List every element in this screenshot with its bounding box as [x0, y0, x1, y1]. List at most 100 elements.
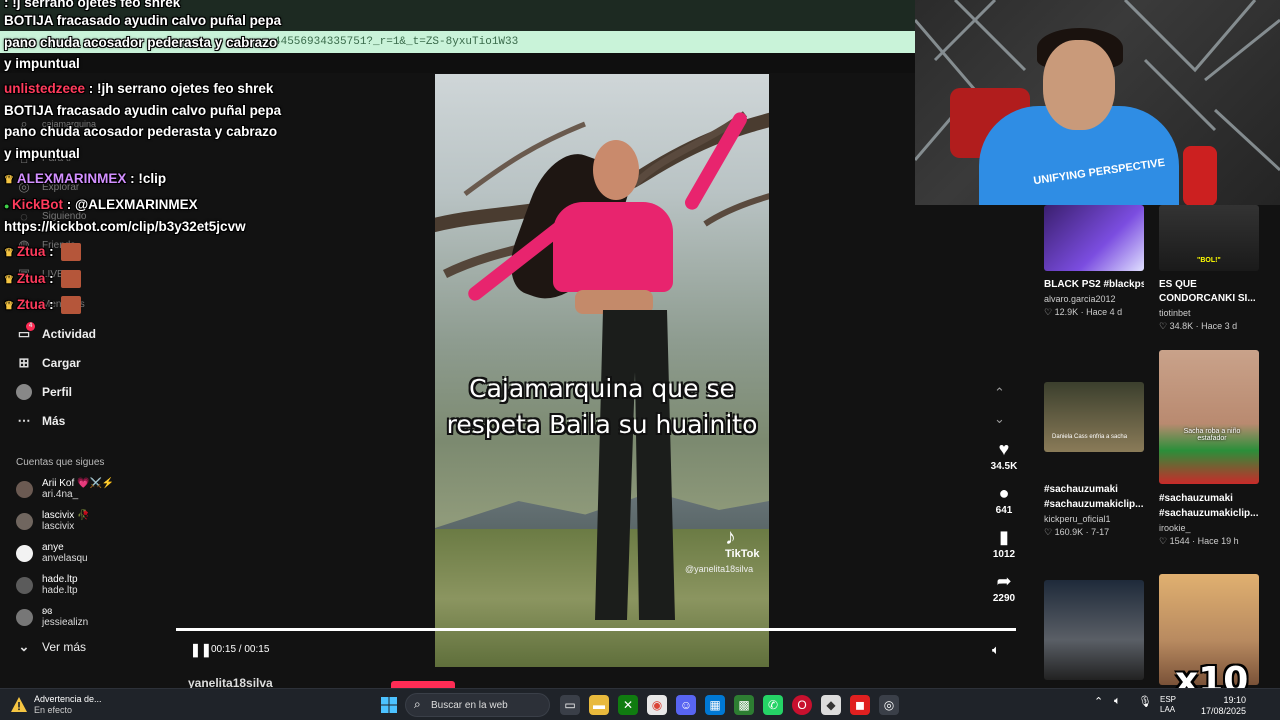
- chat-message: https://kickbot.com/clip/b3y32et5jcvw: [4, 216, 246, 238]
- sidebar-item-cargar[interactable]: ⊞ Cargar: [16, 352, 81, 374]
- opera-icon[interactable]: O: [792, 695, 812, 715]
- chat-text: : @ALEXMARINMEX: [62, 197, 198, 212]
- following-account[interactable]: lascivix 🥀 lascivix: [16, 506, 89, 536]
- chat-username: ALEXMARINMEX: [16, 171, 127, 186]
- windows-taskbar: Advertencia de... En efecto ⌕ Buscar en l…: [0, 688, 1280, 720]
- sidebar-item-label: Perfil: [42, 385, 73, 399]
- sidebar-item-actividad[interactable]: ▭ 4 Actividad: [16, 322, 96, 345]
- volume-icon[interactable]: 🔈︎: [992, 642, 1000, 658]
- share-action[interactable]: ➦ 2290: [984, 571, 1024, 604]
- chevron-down-icon[interactable]: ⌄: [994, 411, 1005, 427]
- sidebar-item-perfil[interactable]: Perfil: [16, 381, 72, 403]
- save-action[interactable]: ▮ 1012: [984, 527, 1024, 560]
- like-action[interactable]: ♥ 34.5K: [984, 439, 1024, 472]
- chat-message: ♛ Ztua :: [4, 294, 82, 317]
- sidebar-item-label: Cargar: [42, 356, 81, 370]
- search-text: Buscar en la web: [431, 700, 508, 711]
- video-card[interactable]: BLACK PS2 #blackps2 #ps2... alvaro.garci…: [1044, 205, 1144, 318]
- video-card[interactable]: Sacha roba a niño estafador #sachauzumak…: [1159, 350, 1259, 547]
- account-handle: jessiealizn: [42, 617, 89, 628]
- anydesk-icon[interactable]: ◼: [850, 695, 870, 715]
- chat-message: ♛ Ztua :: [4, 268, 82, 291]
- account-name: ʚɞ: [42, 606, 53, 617]
- dancer-top: [553, 202, 673, 292]
- chevron-down-icon: ⌄: [18, 639, 30, 654]
- see-more-label: Ver más: [42, 640, 87, 654]
- account-handle: hade.ltp: [42, 585, 78, 596]
- following-account[interactable]: ʚɞ jessiealizn: [16, 602, 88, 632]
- store-icon[interactable]: ▦: [705, 695, 725, 715]
- widget-subtitle: En efecto: [34, 705, 73, 715]
- following-account[interactable]: Arii Kof 💗⚔️⚡ ari.4na_: [16, 474, 114, 504]
- avatar: [16, 608, 33, 626]
- chat-message: pano chuda acosador pederasta y cabrazo: [4, 32, 277, 54]
- taskbar-search[interactable]: ⌕ Buscar en la web: [405, 693, 550, 717]
- whatsapp-icon[interactable]: ✆: [763, 695, 783, 715]
- chat-text: : !jh serrano ojetes feo shrek: [85, 81, 274, 96]
- minecraft-icon[interactable]: ▩: [734, 695, 754, 715]
- following-account[interactable]: anye anvelasqu: [16, 538, 88, 568]
- card-author: tiotinbet: [1159, 308, 1191, 318]
- video-player: Cajamarquina que se respeta Baila su hua…: [176, 73, 1028, 690]
- crown-badge-icon: ♛: [4, 247, 14, 259]
- clock-date: 17/08/2025: [1200, 706, 1246, 716]
- see-more-button[interactable]: ⌄ Ver más: [16, 636, 86, 658]
- file-explorer-icon[interactable]: ▬: [589, 695, 609, 715]
- weather-widget[interactable]: Advertencia de... En efecto: [10, 694, 102, 716]
- profile-avatar-icon: [16, 384, 32, 400]
- account-name: hade.ltp: [42, 574, 78, 585]
- system-clock[interactable]: 19:10 17/08/2025: [1200, 695, 1246, 717]
- streamer-webcam: UNIFYING PERSPECTIVE: [915, 0, 1280, 205]
- video-frame[interactable]: Cajamarquina que se respeta Baila su hua…: [435, 74, 769, 667]
- windows-start-icon[interactable]: [381, 697, 397, 713]
- card-title: #sachauzumaki #sachauzumakiclip...: [1159, 493, 1259, 519]
- like-count: 34.5K: [990, 461, 1018, 472]
- app-icon[interactable]: ◆: [821, 695, 841, 715]
- crown-badge-icon: ♛: [4, 174, 14, 186]
- chevron-up-icon[interactable]: ⌃: [1094, 695, 1103, 708]
- pause-icon[interactable]: ❚❚: [190, 642, 212, 658]
- heart-icon: ♡: [1159, 536, 1168, 546]
- obs-icon[interactable]: ◎: [879, 695, 899, 715]
- speaker-icon[interactable]: 🔈︎: [1114, 695, 1121, 708]
- video-thumbnail: [1044, 205, 1144, 271]
- tiktok-watermark: TikTok: [725, 548, 760, 560]
- xbox-icon[interactable]: ✕: [618, 695, 638, 715]
- chevron-up-icon[interactable]: ⌃: [994, 385, 1005, 401]
- card-meta: ♡ 12.9K · Hace 4 d: [1044, 307, 1123, 317]
- video-thumbnail: [1044, 580, 1144, 680]
- mic-icon[interactable]: 🎙︎: [1138, 695, 1152, 708]
- video-card[interactable]: Daniela Cass enfria a sacha #sachauzumak…: [1044, 382, 1144, 538]
- chat-text: y impuntual: [4, 56, 80, 71]
- chrome-icon[interactable]: ◉: [647, 695, 667, 715]
- discord-icon[interactable]: ☺: [676, 695, 696, 715]
- chat-text: BOTIJA fracasado ayudin calvo puñal pepa: [4, 13, 282, 28]
- video-card[interactable]: "BOL!" ES QUE CONDORCANKI SI... tiotinbe…: [1159, 205, 1259, 332]
- screen: 44556934335751?_r=1&_t=ZS-8yxuTio1W33 ⌕ …: [0, 0, 1280, 720]
- page-header: [0, 53, 915, 73]
- card-title: ES QUE CONDORCANKI SI...: [1159, 279, 1256, 304]
- crown-badge-icon: ♛: [4, 274, 14, 286]
- language-indicator[interactable]: ESP LAA: [1160, 695, 1176, 715]
- chat-text: :: [45, 271, 58, 286]
- account-name: lascivix 🥀: [42, 510, 90, 521]
- activity-badge: 4: [26, 322, 35, 331]
- chat-message: pano chuda acosador pederasta y cabrazo: [4, 121, 277, 143]
- progress-bar[interactable]: [176, 628, 1016, 631]
- comment-action[interactable]: ● 641: [984, 483, 1024, 516]
- crown-badge-icon: ♛: [4, 300, 14, 312]
- following-account[interactable]: hade.ltp hade.ltp: [16, 570, 78, 600]
- task-view-icon[interactable]: ▭: [560, 695, 580, 715]
- chat-text: BOTIJA fracasado ayudin calvo puñal pepa: [4, 103, 282, 118]
- chat-username: Ztua: [16, 297, 46, 312]
- sidebar-item-mas[interactable]: ⋯ Más: [16, 410, 66, 432]
- chat-emote: [61, 243, 82, 262]
- thumbnail-text: Daniela Cass enfria a sacha: [1052, 434, 1128, 440]
- search-icon: ⌕: [414, 697, 421, 711]
- card-meta: ♡ 34.8K · Hace 3 d: [1159, 321, 1238, 331]
- heart-icon: ♥: [998, 439, 1010, 459]
- video-thumbnail: "BOL!": [1159, 205, 1259, 271]
- video-card[interactable]: [1044, 580, 1144, 680]
- chat-message: BOTIJA fracasado ayudin calvo puñal pepa: [4, 10, 281, 32]
- thumbnail-text: "BOL!": [1197, 257, 1221, 264]
